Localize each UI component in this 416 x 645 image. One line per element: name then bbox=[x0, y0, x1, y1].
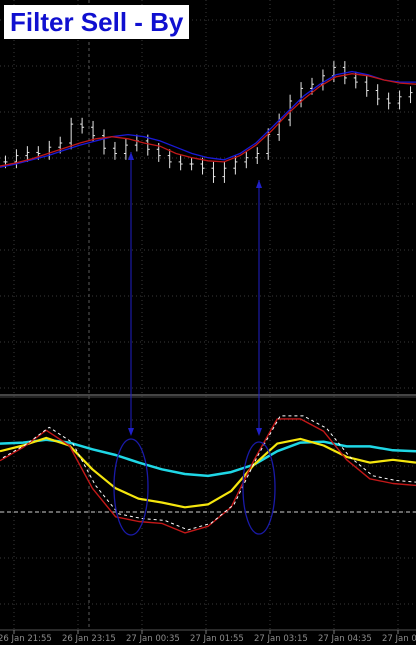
time-axis-label: 27 Jan 03:15 bbox=[254, 634, 308, 644]
time-axis-label: 27 Jan 01:55 bbox=[190, 634, 244, 644]
red-moving-average bbox=[0, 73, 416, 167]
chart-title: Filter Sell - By bbox=[10, 7, 184, 37]
time-axis-label: 26 Jan 23:15 bbox=[62, 634, 116, 644]
signal-arrow-head-up bbox=[256, 180, 262, 188]
signal-arrow-head-down bbox=[128, 428, 134, 436]
chart-canvas: 26 Jan 21:55 26 Jan 23:15 27 Jan 00:35 27 J… bbox=[0, 0, 416, 645]
time-axis-label: 26 Jan 21:55 bbox=[0, 634, 52, 644]
signal-arrow-head-down bbox=[256, 428, 262, 436]
yellow-filter-line bbox=[0, 436, 416, 509]
white-dashed-signal-line bbox=[2, 415, 416, 531]
time-axis-label: 27 Jan 05:55 bbox=[382, 634, 416, 644]
blue-moving-average bbox=[0, 70, 416, 168]
chart-stage: 26 Jan 21:55 26 Jan 23:15 27 Jan 00:35 27 J… bbox=[0, 0, 416, 645]
time-axis-label: 27 Jan 00:35 bbox=[126, 634, 180, 644]
time-axis-label: 27 Jan 04:35 bbox=[318, 634, 372, 644]
title-box: Filter Sell - By bbox=[4, 5, 190, 39]
signal-arrow-head-up bbox=[128, 152, 134, 160]
